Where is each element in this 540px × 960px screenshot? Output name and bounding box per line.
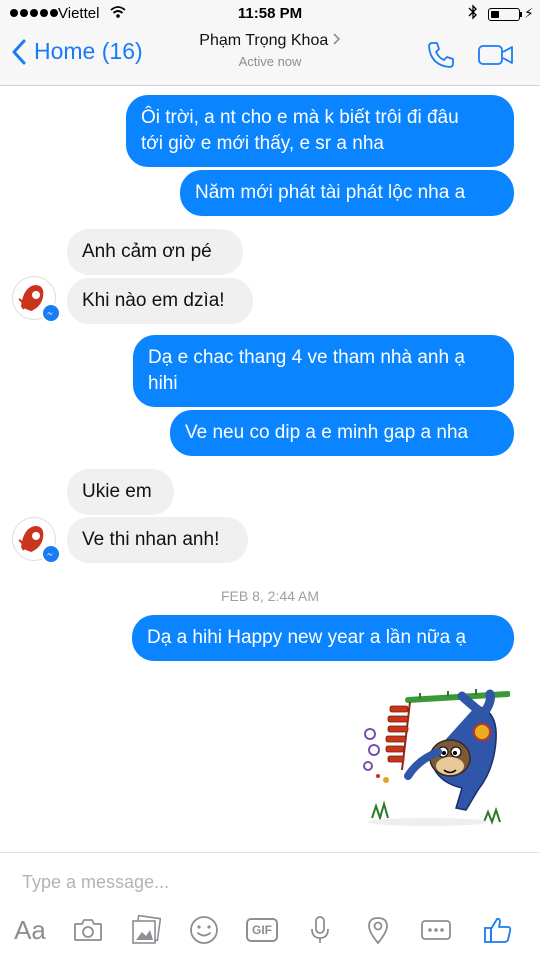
- messenger-badge-icon: [41, 303, 61, 323]
- chevron-right-icon: [333, 32, 341, 49]
- message-bubble-outgoing[interactable]: Dạ e chac thang 4 ve tham nhà anh ạ hihi: [133, 335, 514, 407]
- emoji-button[interactable]: [184, 908, 224, 952]
- microphone-icon: [311, 916, 329, 943]
- gif-button[interactable]: GIF: [242, 908, 282, 952]
- contact-title[interactable]: Phạm Trọng Khoa Active now: [0, 32, 540, 69]
- status-time: 11:58 PM: [237, 5, 303, 22]
- avatar[interactable]: [12, 276, 61, 323]
- message-input[interactable]: [20, 865, 504, 899]
- location-button[interactable]: [358, 908, 398, 952]
- photo-gallery-icon: [132, 915, 161, 944]
- contact-status: Active now: [238, 54, 302, 69]
- message-bubble-outgoing[interactable]: Ve neu co dip a e minh gap a nha: [170, 410, 514, 456]
- messenger-badge-icon: [41, 544, 61, 564]
- battery-tip: [520, 12, 522, 17]
- message-line: Ôi trời, a nt cho e mà k biết trôi đi đâ…: [141, 107, 459, 128]
- photo-gallery-button[interactable]: [126, 908, 166, 952]
- message-bubble-incoming[interactable]: Anh cảm ơn pé: [67, 229, 243, 275]
- message-timestamp: FEB 8, 2:44 AM: [220, 588, 320, 604]
- phone-icon[interactable]: [426, 40, 456, 75]
- message-line: hihi: [148, 373, 178, 394]
- message-bubble-incoming[interactable]: Khi nào em dzìa!: [67, 278, 253, 324]
- message-line: tới giờ e mới thấy, e sr a nha: [141, 133, 384, 154]
- contact-name: Phạm Trọng Khoa: [199, 32, 329, 49]
- monkey-firecracker-sticker[interactable]: [358, 680, 511, 830]
- thumbs-up-icon: [484, 917, 512, 943]
- charging-icon: ⚡: [524, 5, 534, 21]
- message-line: Dạ e chac thang 4 ve tham nhà anh ạ: [148, 347, 465, 368]
- aa-label: Aa: [14, 914, 46, 945]
- message-text: Khi nào em dzìa!: [82, 290, 225, 311]
- message-bubble-incoming[interactable]: Ve thi nhan anh!: [67, 517, 248, 563]
- more-icon: [421, 920, 451, 940]
- message-bubble-outgoing[interactable]: Ôi trời, a nt cho e mà k biết trôi đi đâ…: [126, 95, 514, 167]
- message-text: Năm mới phát tài phát lộc nha a: [195, 182, 466, 203]
- emoji-icon: [190, 916, 218, 944]
- message-text: Anh cảm ơn pé: [82, 241, 212, 262]
- avatar[interactable]: [12, 517, 61, 564]
- video-camera-icon[interactable]: [478, 43, 514, 72]
- message-text: Ukie em: [82, 481, 152, 502]
- composer-toolbar: Aa GIF: [0, 908, 540, 952]
- composer-divider: [0, 852, 540, 853]
- bluetooth-icon: [468, 4, 478, 24]
- gif-label: GIF: [246, 918, 278, 942]
- status-bar: Viettel 11:58 PM ⚡: [0, 0, 540, 30]
- message-text: Ve thi nhan anh!: [82, 529, 220, 550]
- message-text: Dạ a hihi Happy new year a lần nữa ạ: [147, 627, 467, 648]
- text-style-button[interactable]: Aa: [10, 908, 50, 952]
- camera-button[interactable]: [68, 908, 108, 952]
- camera-icon: [74, 919, 102, 941]
- battery-icon: [488, 8, 520, 21]
- message-text: Ve neu co dip a e minh gap a nha: [185, 422, 469, 443]
- location-pin-icon: [368, 917, 388, 945]
- conversation-header: Home (16) Phạm Trọng Khoa Active now: [0, 30, 540, 86]
- message-bubble-outgoing[interactable]: Năm mới phát tài phát lộc nha a: [180, 170, 514, 216]
- message-bubble-incoming[interactable]: Ukie em: [67, 469, 174, 515]
- more-button[interactable]: [416, 908, 456, 952]
- message-bubble-outgoing[interactable]: Dạ a hihi Happy new year a lần nữa ạ: [132, 615, 514, 661]
- voice-button[interactable]: [300, 908, 340, 952]
- like-button[interactable]: [478, 908, 518, 952]
